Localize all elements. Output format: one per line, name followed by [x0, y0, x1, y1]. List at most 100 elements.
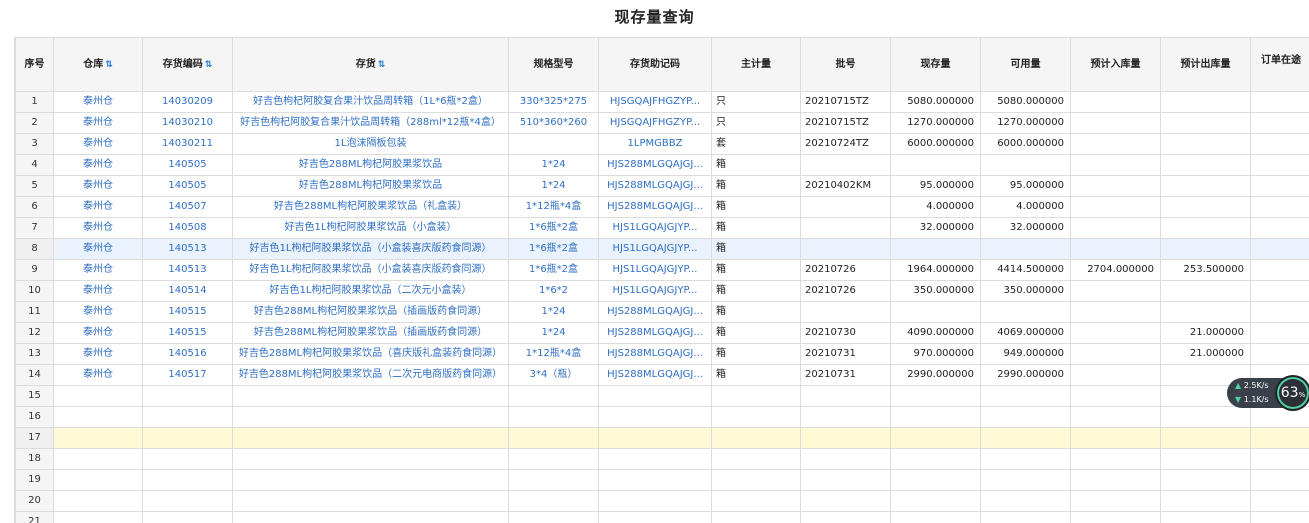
uom-cell[interactable] — [711, 427, 801, 449]
mnemonic-cell[interactable]: HJS1LGQAJGJYP... — [598, 217, 712, 239]
onorder-cell[interactable] — [1250, 175, 1309, 197]
table-row[interactable]: 21 — [15, 511, 1309, 523]
mnemonic-cell[interactable]: HJS288MLGQAJGJ... — [598, 322, 712, 344]
batch-cell[interactable] — [800, 217, 891, 239]
exp-out-cell[interactable] — [1160, 469, 1251, 491]
available-cell[interactable]: 2990.000000 — [980, 364, 1071, 386]
code-cell[interactable]: 140505 — [142, 154, 233, 176]
onhand-cell[interactable]: 2990.000000 — [890, 364, 981, 386]
spec-cell[interactable]: 1*24 — [508, 301, 599, 323]
table-row[interactable]: 6 泰州仓 140507 好吉色288ML枸杞阿胶果浆饮品（礼盒装） 1*12瓶*4盒 H… — [15, 196, 1309, 218]
batch-cell[interactable]: 20210731 — [800, 343, 891, 365]
spec-cell[interactable]: 1*6瓶*2盒 — [508, 217, 599, 239]
exp-in-cell[interactable] — [1070, 448, 1161, 470]
available-cell[interactable] — [980, 490, 1071, 512]
code-cell[interactable]: 140516 — [142, 343, 233, 365]
exp-in-cell[interactable] — [1070, 217, 1161, 239]
spec-cell[interactable] — [508, 385, 599, 407]
available-cell[interactable]: 350.000000 — [980, 280, 1071, 302]
onhand-cell[interactable]: 95.000000 — [890, 175, 981, 197]
exp-out-cell[interactable]: 21.000000 — [1160, 343, 1251, 365]
available-cell[interactable]: 5080.000000 — [980, 91, 1071, 113]
code-cell[interactable]: 140513 — [142, 238, 233, 260]
exp-out-cell[interactable] — [1160, 196, 1251, 218]
onhand-cell[interactable]: 970.000000 — [890, 343, 981, 365]
code-cell[interactable]: 140505 — [142, 175, 233, 197]
table-row[interactable]: 5 泰州仓 140505 好吉色288ML枸杞阿胶果浆饮品 1*24 HJS288MLGQ… — [15, 175, 1309, 197]
exp-out-cell[interactable] — [1160, 112, 1251, 134]
onhand-cell[interactable]: 1270.000000 — [890, 112, 981, 134]
mnemonic-cell[interactable] — [598, 511, 712, 523]
exp-out-cell[interactable] — [1160, 154, 1251, 176]
table-row[interactable]: 9 泰州仓 140513 好吉色1L枸杞阿胶果浆饮品（小盒装喜庆版药食同源） 1*6瓶*… — [15, 259, 1309, 281]
warehouse-cell[interactable] — [53, 490, 143, 512]
warehouse-cell[interactable]: 泰州仓 — [53, 343, 143, 365]
exp-out-cell[interactable]: 21.000000 — [1160, 322, 1251, 344]
code-cell[interactable] — [142, 490, 233, 512]
onhand-cell[interactable]: 32.000000 — [890, 217, 981, 239]
spec-cell[interactable] — [508, 133, 599, 155]
exp-in-cell[interactable] — [1070, 154, 1161, 176]
uom-cell[interactable]: 箱 — [711, 217, 801, 239]
item-cell[interactable]: 好吉色288ML枸杞阿胶果浆饮品（二次元电商版药食同源） — [232, 364, 509, 386]
available-cell[interactable] — [980, 301, 1071, 323]
spec-cell[interactable] — [508, 427, 599, 449]
warehouse-cell[interactable]: 泰州仓 — [53, 364, 143, 386]
table-row[interactable]: 4 泰州仓 140505 好吉色288ML枸杞阿胶果浆饮品 1*24 HJS288MLGQ… — [15, 154, 1309, 176]
item-cell[interactable]: 好吉色288ML枸杞阿胶果浆饮品 — [232, 175, 509, 197]
uom-cell[interactable] — [711, 511, 801, 523]
mnemonic-cell[interactable]: HJSGQAJFHGZYP... — [598, 91, 712, 113]
warehouse-cell[interactable]: 泰州仓 — [53, 217, 143, 239]
onorder-cell[interactable] — [1250, 133, 1309, 155]
onhand-cell[interactable] — [890, 427, 981, 449]
item-cell[interactable]: 好吉色288ML枸杞阿胶果浆饮品（喜庆版礼盒装药食同源） — [232, 343, 509, 365]
onhand-cell[interactable] — [890, 238, 981, 260]
batch-cell[interactable]: 20210715TZ — [800, 91, 891, 113]
onhand-cell[interactable]: 4090.000000 — [890, 322, 981, 344]
code-cell[interactable]: 140513 — [142, 259, 233, 281]
batch-cell[interactable] — [800, 469, 891, 491]
warehouse-cell[interactable] — [53, 427, 143, 449]
code-cell[interactable]: 140517 — [142, 364, 233, 386]
onorder-cell[interactable] — [1250, 448, 1309, 470]
onorder-cell[interactable] — [1250, 511, 1309, 523]
exp-in-cell[interactable] — [1070, 196, 1161, 218]
onorder-cell[interactable] — [1250, 427, 1309, 449]
exp-out-cell[interactable] — [1160, 133, 1251, 155]
exp-in-cell[interactable] — [1070, 112, 1161, 134]
available-cell[interactable]: 32.000000 — [980, 217, 1071, 239]
spec-cell[interactable]: 1*12瓶*4盒 — [508, 196, 599, 218]
available-cell[interactable]: 95.000000 — [980, 175, 1071, 197]
onorder-cell[interactable] — [1250, 322, 1309, 344]
mnemonic-cell[interactable]: HJS1LGQAJGJYP... — [598, 280, 712, 302]
exp-out-cell[interactable] — [1160, 427, 1251, 449]
item-cell[interactable]: 好吉色1L枸杞阿胶果浆饮品（二次元小盒装） — [232, 280, 509, 302]
uom-cell[interactable] — [711, 448, 801, 470]
code-cell[interactable]: 14030210 — [142, 112, 233, 134]
table-row[interactable]: 18 — [15, 448, 1309, 470]
code-cell[interactable]: 140514 — [142, 280, 233, 302]
batch-cell[interactable]: 20210724TZ — [800, 133, 891, 155]
exp-out-cell[interactable] — [1160, 91, 1251, 113]
batch-cell[interactable] — [800, 406, 891, 428]
onhand-cell[interactable] — [890, 511, 981, 523]
available-cell[interactable]: 4414.500000 — [980, 259, 1071, 281]
sort-arrows-icon[interactable]: ⇅ — [378, 60, 386, 70]
uom-cell[interactable]: 箱 — [711, 322, 801, 344]
exp-out-cell[interactable] — [1160, 175, 1251, 197]
warehouse-cell[interactable]: 泰州仓 — [53, 112, 143, 134]
warehouse-cell[interactable] — [53, 469, 143, 491]
exp-in-cell[interactable]: 2704.000000 — [1070, 259, 1161, 281]
uom-cell[interactable]: 只 — [711, 112, 801, 134]
table-row[interactable]: 12 泰州仓 140515 好吉色288ML枸杞阿胶果浆饮品（插画版药食同源） 1*24… — [15, 322, 1309, 344]
onorder-cell[interactable] — [1250, 238, 1309, 260]
spec-cell[interactable]: 1*6瓶*2盒 — [508, 259, 599, 281]
mnemonic-cell[interactable] — [598, 448, 712, 470]
spec-cell[interactable] — [508, 469, 599, 491]
table-row[interactable]: 16 — [15, 406, 1309, 428]
batch-cell[interactable]: 20210731 — [800, 364, 891, 386]
onhand-cell[interactable] — [890, 448, 981, 470]
exp-in-cell[interactable] — [1070, 301, 1161, 323]
exp-out-cell[interactable] — [1160, 301, 1251, 323]
uom-cell[interactable]: 箱 — [711, 364, 801, 386]
